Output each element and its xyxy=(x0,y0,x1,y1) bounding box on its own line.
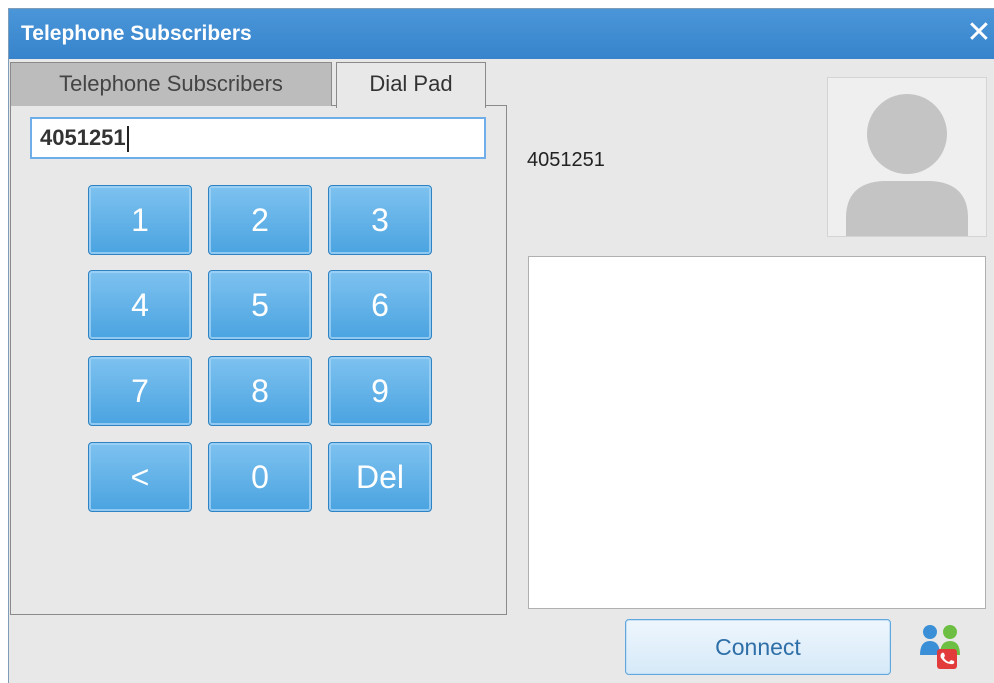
window-titlebar: Telephone Subscribers ✕ xyxy=(9,9,994,59)
close-icon[interactable]: ✕ xyxy=(964,18,994,49)
tab-telephone-subscribers[interactable]: Telephone Subscribers xyxy=(10,62,332,106)
dial-key-9[interactable]: 9 xyxy=(328,356,432,426)
phone-number-value: 4051251 xyxy=(40,125,126,150)
contacts-call-icon[interactable] xyxy=(919,623,963,671)
contact-number-label: 4051251 xyxy=(527,149,605,171)
dial-key-8[interactable]: 8 xyxy=(208,356,312,426)
window-title: Telephone Subscribers xyxy=(21,22,252,45)
phone-number-input[interactable]: 4051251 xyxy=(30,117,486,159)
dial-key-5[interactable]: 5 xyxy=(208,270,312,340)
dial-key-1[interactable]: 1 xyxy=(88,185,192,255)
tab-divider xyxy=(486,105,507,106)
dial-key-3[interactable]: 3 xyxy=(328,185,432,255)
contact-avatar xyxy=(827,77,987,237)
dial-key-delete[interactable]: Del xyxy=(328,442,432,512)
dial-key-0[interactable]: 0 xyxy=(208,442,312,512)
tab-dial-pad[interactable]: Dial Pad xyxy=(336,62,486,108)
dial-key-backspace[interactable]: < xyxy=(88,442,192,512)
dial-key-7[interactable]: 7 xyxy=(88,356,192,426)
dial-key-6[interactable]: 6 xyxy=(328,270,432,340)
text-caret xyxy=(126,126,129,153)
contact-details-area[interactable] xyxy=(528,256,986,609)
dial-key-2[interactable]: 2 xyxy=(208,185,312,255)
connect-button[interactable]: Connect xyxy=(625,619,891,675)
telephone-subscribers-window: Telephone Subscribers ✕ Telephone Subscr… xyxy=(8,8,994,683)
person-placeholder-icon xyxy=(846,94,968,236)
dial-key-4[interactable]: 4 xyxy=(88,270,192,340)
